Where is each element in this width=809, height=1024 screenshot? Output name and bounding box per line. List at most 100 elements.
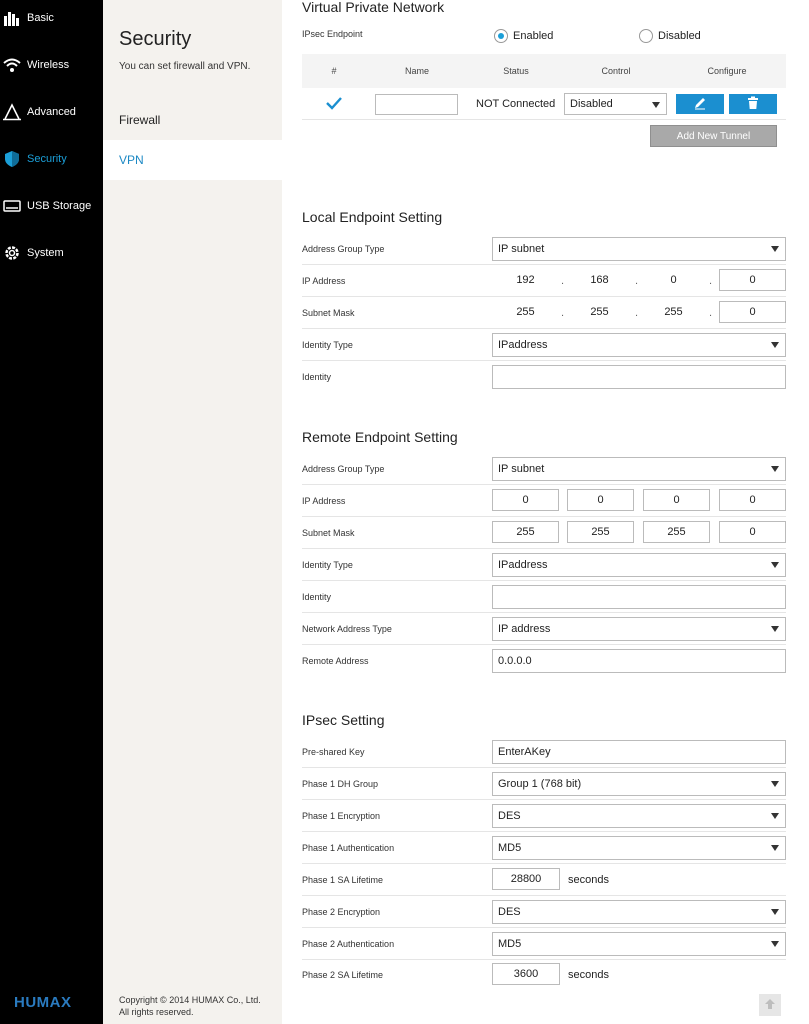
- seconds-label: seconds: [568, 874, 609, 886]
- gear-icon: [3, 244, 21, 262]
- remote-identity-type-select[interactable]: IPaddress: [492, 553, 786, 577]
- page-title: Security: [119, 28, 192, 50]
- sub-item-firewall[interactable]: Firewall: [103, 100, 282, 140]
- remote-mask-octet-1[interactable]: [492, 521, 559, 543]
- chevron-down-icon: [771, 342, 779, 348]
- col-number: #: [331, 66, 337, 76]
- remote-address-group-select[interactable]: IP subnet: [492, 457, 786, 481]
- p1-life-row: Phase 1 SA Lifetime seconds: [302, 864, 786, 896]
- ipsec-endpoint-label: IPsec Endpoint: [302, 29, 363, 39]
- p1-enc-row: Phase 1 Encryption DES: [302, 800, 786, 832]
- nav-item-system[interactable]: System: [0, 241, 103, 265]
- delete-tunnel-button[interactable]: [729, 94, 777, 114]
- local-ip-row: IP Address . . .: [302, 265, 786, 297]
- nav-item-security[interactable]: Security: [0, 147, 103, 171]
- arrow-up-icon: [764, 998, 776, 1013]
- disabled-radio[interactable]: Disabled: [639, 29, 701, 43]
- scroll-to-top-button[interactable]: [759, 994, 781, 1016]
- p1-dh-row: Phase 1 DH Group Group 1 (768 bit): [302, 768, 786, 800]
- nav-label: Security: [27, 153, 67, 165]
- chevron-down-icon: [771, 466, 779, 472]
- local-mask-octet-4[interactable]: [719, 301, 786, 323]
- remote-ip-octet-4[interactable]: [719, 489, 786, 511]
- pre-shared-key-input[interactable]: [492, 740, 786, 764]
- remote-mask-octet-3[interactable]: [643, 521, 710, 543]
- sub-item-vpn[interactable]: VPN: [103, 140, 282, 180]
- nav-label: Basic: [27, 12, 54, 24]
- humax-logo: HUMAX: [14, 994, 72, 1011]
- local-identity-input[interactable]: [492, 365, 786, 389]
- chevron-down-icon: [771, 246, 779, 252]
- main-content: Virtual Private Network IPsec Endpoint E…: [282, 0, 809, 1024]
- tunnel-table: # Name Status Control Configure NOT Conn…: [302, 54, 786, 120]
- network-address-type-select[interactable]: IP address: [492, 617, 786, 641]
- tunnel-status: NOT Connected: [476, 98, 556, 110]
- nav-item-basic[interactable]: Basic: [0, 6, 103, 30]
- phase1-dh-group-select[interactable]: Group 1 (768 bit): [492, 772, 786, 796]
- nav-item-advanced[interactable]: Advanced: [0, 100, 103, 124]
- psk-row: Pre-shared Key: [302, 736, 786, 768]
- chevron-down-icon: [771, 845, 779, 851]
- add-new-tunnel-button[interactable]: Add New Tunnel: [650, 125, 777, 147]
- chevron-down-icon: [652, 102, 660, 108]
- remote-mask-octet-2[interactable]: [567, 521, 634, 543]
- shield-icon: [3, 150, 21, 168]
- chevron-down-icon: [771, 909, 779, 915]
- local-ip-octet-2: [566, 269, 633, 291]
- advanced-icon: [3, 103, 21, 121]
- radio-dot-selected: [494, 29, 508, 43]
- remote-address-input[interactable]: [492, 649, 786, 673]
- tunnel-control-select[interactable]: Disabled: [564, 93, 667, 115]
- nav-label: Advanced: [27, 106, 76, 118]
- p2-life-row: Phase 2 SA Lifetime seconds: [302, 959, 786, 991]
- phase2-authentication-select[interactable]: MD5: [492, 932, 786, 956]
- page-description: You can set firewall and VPN.: [119, 61, 251, 72]
- chevron-down-icon: [771, 781, 779, 787]
- bar-chart-icon: [3, 9, 21, 27]
- enabled-radio[interactable]: Enabled: [494, 29, 553, 43]
- edit-tunnel-button[interactable]: [676, 94, 724, 114]
- local-identity-type-select[interactable]: IPaddress: [492, 333, 786, 357]
- nav-label: System: [27, 247, 64, 259]
- col-control: Control: [601, 66, 631, 76]
- local-ip-octet-4[interactable]: [719, 269, 786, 291]
- phase1-authentication-select[interactable]: MD5: [492, 836, 786, 860]
- copyright-symbol: ©: [160, 995, 167, 1005]
- vpn-section-title: Virtual Private Network: [302, 0, 445, 15]
- remote-ip-row: IP Address: [302, 485, 786, 517]
- wifi-icon: [3, 56, 21, 74]
- remote-address-group-row: Address Group Type IP subnet: [302, 453, 786, 485]
- phase1-encryption-select[interactable]: DES: [492, 804, 786, 828]
- phase1-lifetime-input[interactable]: [492, 868, 560, 890]
- remote-ip-octet-1[interactable]: [492, 489, 559, 511]
- sub-nav: Security You can set firewall and VPN. F…: [103, 0, 282, 1024]
- local-mask-octet-3: [640, 301, 707, 323]
- seconds-label: seconds: [568, 969, 609, 981]
- nav-item-usb-storage[interactable]: USB Storage: [0, 194, 103, 218]
- remote-mask-row: Subnet Mask: [302, 517, 786, 549]
- main-nav: Basic Wireless Advanced Security USB Sto…: [0, 0, 103, 1024]
- phase2-encryption-select[interactable]: DES: [492, 900, 786, 924]
- nav-label: USB Storage: [27, 200, 92, 212]
- local-address-group-row: Address Group Type IP subnet: [302, 233, 786, 265]
- local-identity-type-row: Identity Type IPaddress: [302, 329, 786, 361]
- local-address-group-select[interactable]: IP subnet: [492, 237, 786, 261]
- p2-auth-row: Phase 2 Authentication MD5: [302, 928, 786, 960]
- p1-auth-row: Phase 1 Authentication MD5: [302, 832, 786, 864]
- remote-section-title: Remote Endpoint Setting: [302, 429, 458, 445]
- remote-ip-octet-2[interactable]: [567, 489, 634, 511]
- remote-ip-octet-3[interactable]: [643, 489, 710, 511]
- local-ip-octet-3: [640, 269, 707, 291]
- usb-storage-icon: [3, 197, 21, 215]
- tunnel-name-input[interactable]: [375, 94, 458, 115]
- remote-identity-input[interactable]: [492, 585, 786, 609]
- col-configure: Configure: [707, 66, 747, 76]
- local-section-title: Local Endpoint Setting: [302, 209, 443, 225]
- local-mask-octet-2: [566, 301, 633, 323]
- table-row: NOT Connected Disabled: [302, 88, 786, 120]
- remote-mask-octet-4[interactable]: [719, 521, 786, 543]
- nav-item-wireless[interactable]: Wireless: [0, 53, 103, 77]
- local-identity-row: Identity: [302, 361, 786, 393]
- phase2-lifetime-input[interactable]: [492, 963, 560, 985]
- local-mask-row: Subnet Mask . . .: [302, 297, 786, 329]
